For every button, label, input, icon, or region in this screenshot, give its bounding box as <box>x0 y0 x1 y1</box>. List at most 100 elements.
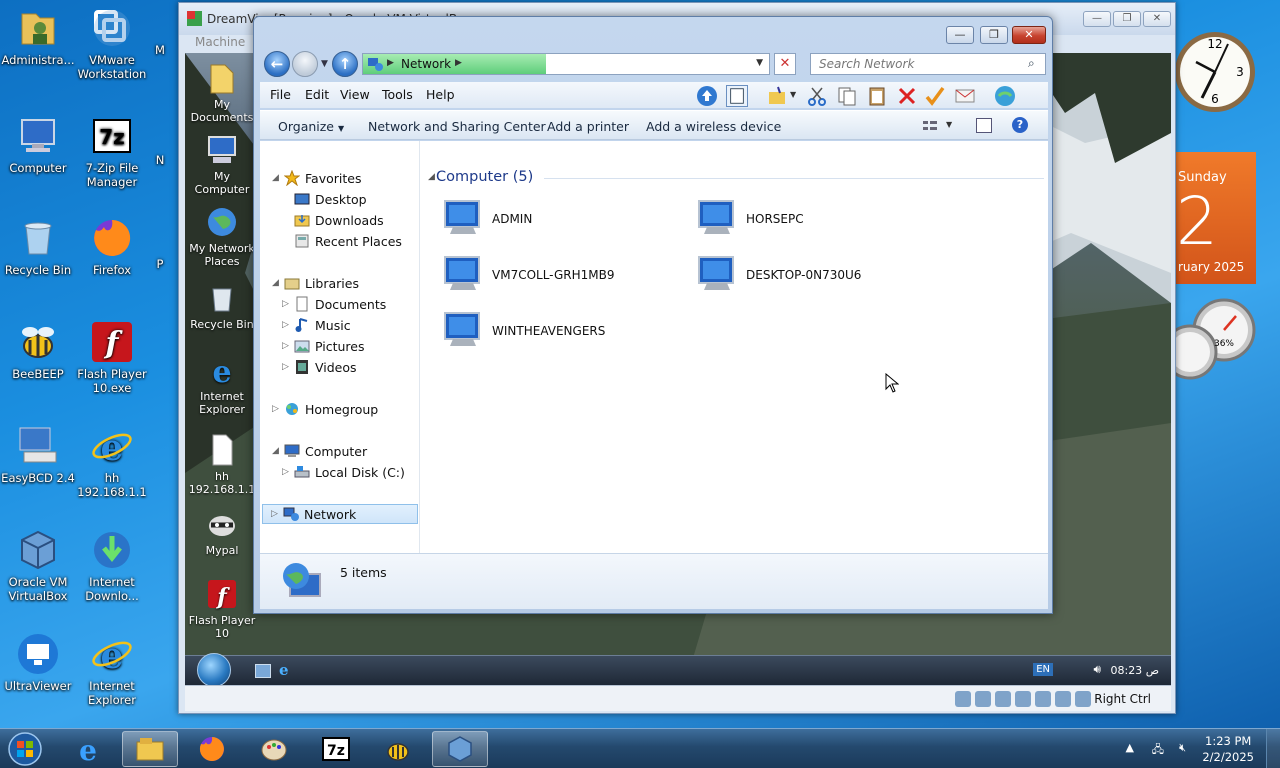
network-tray-icon[interactable]: 🖧︎ <box>1152 741 1164 760</box>
calendar-gadget[interactable]: Sunday 2 ruary 2025 <box>1176 152 1256 284</box>
mouse-integration-icon[interactable] <box>1075 691 1091 707</box>
nav-network[interactable]: ▷ Network <box>262 504 418 524</box>
network-computer-item[interactable]: ADMIN <box>440 197 532 241</box>
desktop-icon-7zip[interactable]: 7z 7-Zip File Manager <box>74 114 150 189</box>
email-icon[interactable] <box>954 85 976 107</box>
vbox-minimize-button[interactable]: — <box>1083 11 1111 27</box>
group-header[interactable]: Computer (5) <box>436 169 533 185</box>
guest-icon-mypal[interactable]: Mypal <box>185 507 259 557</box>
collapse-arrow-icon[interactable]: ◢ <box>272 173 279 183</box>
guest-icon-internet-explorer[interactable]: e Internet Explorer <box>185 353 259 416</box>
desktop-icon-hh[interactable]: e hh 192.168.1.1 <box>74 424 150 499</box>
menu-tools[interactable]: Tools <box>382 87 413 102</box>
ie-quicklaunch-icon[interactable]: e <box>279 661 289 679</box>
guest-icon-my-computer[interactable]: My Computer <box>185 133 259 196</box>
desktop-icon-internet-explorer[interactable]: e Internet Explorer <box>74 632 150 707</box>
desktop-icon-beebeep[interactable]: BeeBEEP <box>0 320 76 381</box>
desktop-icon-idm[interactable]: Internet Downlo... <box>74 528 150 603</box>
taskbar-virtualbox[interactable] <box>432 731 488 767</box>
taskbar-internet-explorer[interactable]: e <box>60 731 116 767</box>
guest-icon-recycle-bin[interactable]: Recycle Bin <box>185 281 259 331</box>
maximize-button[interactable]: ❐ <box>980 26 1008 44</box>
expand-arrow-icon[interactable]: ▷ <box>282 320 289 330</box>
nav-local-disk[interactable]: ▷ Local Disk (C:) <box>282 462 405 482</box>
nav-libraries[interactable]: ◢ Libraries <box>272 273 359 293</box>
network-computer-item[interactable]: HORSEPC <box>694 197 804 241</box>
address-location[interactable]: Network <box>401 57 451 71</box>
guest-icon-flash-player[interactable]: f Flash Player 10 <box>185 577 259 640</box>
up-button[interactable]: ↑ <box>332 51 358 77</box>
vbox-restore-button[interactable]: ❐ <box>1113 11 1141 27</box>
menu-view[interactable]: View <box>340 87 370 102</box>
vbox-close-button[interactable]: ✕ <box>1143 11 1171 27</box>
nav-homegroup[interactable]: ▷ Homegroup <box>272 399 378 419</box>
expand-arrow-icon[interactable]: ▷ <box>282 341 289 351</box>
clock-gadget[interactable]: 12 3 6 <box>1172 10 1258 134</box>
views-icon[interactable] <box>726 85 748 107</box>
show-hidden-icons[interactable]: ▲ <box>1126 741 1134 754</box>
nav-computer[interactable]: ◢ Computer <box>272 441 367 461</box>
guest-icon-hh[interactable]: hh 192.168.1.1 <box>185 433 259 496</box>
expand-arrow-icon[interactable]: ▷ <box>272 404 279 414</box>
desktop-icon-administrator[interactable]: Administra... <box>0 6 76 67</box>
back-button[interactable]: ← <box>264 51 290 77</box>
options-dropdown-icon[interactable]: ▼ <box>790 90 796 99</box>
view-dropdown-icon[interactable]: ▼ <box>946 120 952 129</box>
copy-icon[interactable] <box>836 85 858 107</box>
properties-icon[interactable] <box>924 85 946 107</box>
nav-pictures[interactable]: ▷ Pictures <box>282 336 365 356</box>
network-computer-item[interactable]: WINTHEAVENGERS <box>440 309 605 353</box>
network-adapter-icon[interactable] <box>1015 691 1031 707</box>
menu-edit[interactable]: Edit <box>305 87 329 102</box>
usb-icon[interactable] <box>995 691 1011 707</box>
nav-documents[interactable]: ▷ Documents <box>282 294 386 314</box>
system-clock[interactable]: 1:23 PM 2/2/2025 <box>1202 733 1254 765</box>
menu-machine[interactable]: Machine <box>195 35 245 49</box>
close-button[interactable]: ✕ <box>1012 26 1046 44</box>
change-view-icon[interactable] <box>922 119 938 133</box>
desktop-icon-vmware[interactable]: VMware Workstation <box>74 6 150 81</box>
menu-help[interactable]: Help <box>426 87 455 102</box>
taskbar-beebeep[interactable] <box>370 731 426 767</box>
help-icon[interactable]: ? <box>1012 117 1028 133</box>
delete-icon[interactable] <box>896 85 918 107</box>
forward-button[interactable] <box>292 51 318 77</box>
nav-recent-places[interactable]: Recent Places <box>294 231 402 251</box>
nav-desktop[interactable]: Desktop <box>294 189 367 209</box>
guest-language-indicator[interactable]: EN <box>1033 663 1053 676</box>
minimize-button[interactable]: — <box>946 26 974 44</box>
address-bar[interactable]: ▶ Network ▶ ▼ <box>362 53 770 75</box>
explorer-window[interactable]: — ❐ ✕ ← ▼ ↑ ▶ Network ▶ ▼ ✕ Search Netwo… <box>253 16 1053 614</box>
preview-pane-icon[interactable] <box>976 118 992 133</box>
history-dropdown-icon[interactable]: ▼ <box>321 59 328 69</box>
taskbar-firefox[interactable] <box>184 731 240 767</box>
shared-folder-icon[interactable] <box>1035 691 1051 707</box>
optical-drive-icon[interactable] <box>975 691 991 707</box>
desktop-icon-p[interactable]: P <box>140 234 180 271</box>
desktop-icon-virtualbox[interactable]: Oracle VM VirtualBox <box>0 528 76 603</box>
expand-arrow-icon[interactable]: ▷ <box>282 362 289 372</box>
up-folder-icon[interactable] <box>696 85 718 107</box>
menu-file[interactable]: File <box>270 87 291 102</box>
expand-arrow-icon[interactable]: ▷ <box>282 467 289 477</box>
group-collapse-icon[interactable]: ◢ <box>428 172 435 182</box>
nav-videos[interactable]: ▷ Videos <box>282 357 357 377</box>
add-printer-button[interactable]: Add a printer <box>547 119 629 134</box>
organize-button[interactable]: Organize ▼ <box>278 119 344 134</box>
guest-icon-my-documents[interactable]: My Documents <box>185 61 259 124</box>
nav-music[interactable]: ▷ Music <box>282 315 351 335</box>
show-desktop-icon[interactable] <box>255 664 271 678</box>
guest-clock[interactable]: 08:23 ص <box>1110 664 1159 677</box>
display-icon[interactable] <box>1055 691 1071 707</box>
collapse-arrow-icon[interactable]: ◢ <box>272 446 279 456</box>
desktop-icon-computer[interactable]: Computer <box>0 114 76 175</box>
cut-icon[interactable] <box>806 85 828 107</box>
desktop-icon-m[interactable]: M <box>140 20 180 57</box>
taskbar-paint[interactable] <box>246 731 302 767</box>
taskbar-7zip[interactable]: 7z <box>308 731 364 767</box>
volume-muted-icon[interactable]: 🔇︎ <box>1179 741 1186 755</box>
add-wireless-device-button[interactable]: Add a wireless device <box>646 119 781 134</box>
network-sharing-center-button[interactable]: Network and Sharing Center <box>368 119 546 134</box>
desktop-icon-easybcd[interactable]: EasyBCD 2.4 <box>0 424 76 485</box>
stop-button[interactable]: ✕ <box>774 53 796 75</box>
